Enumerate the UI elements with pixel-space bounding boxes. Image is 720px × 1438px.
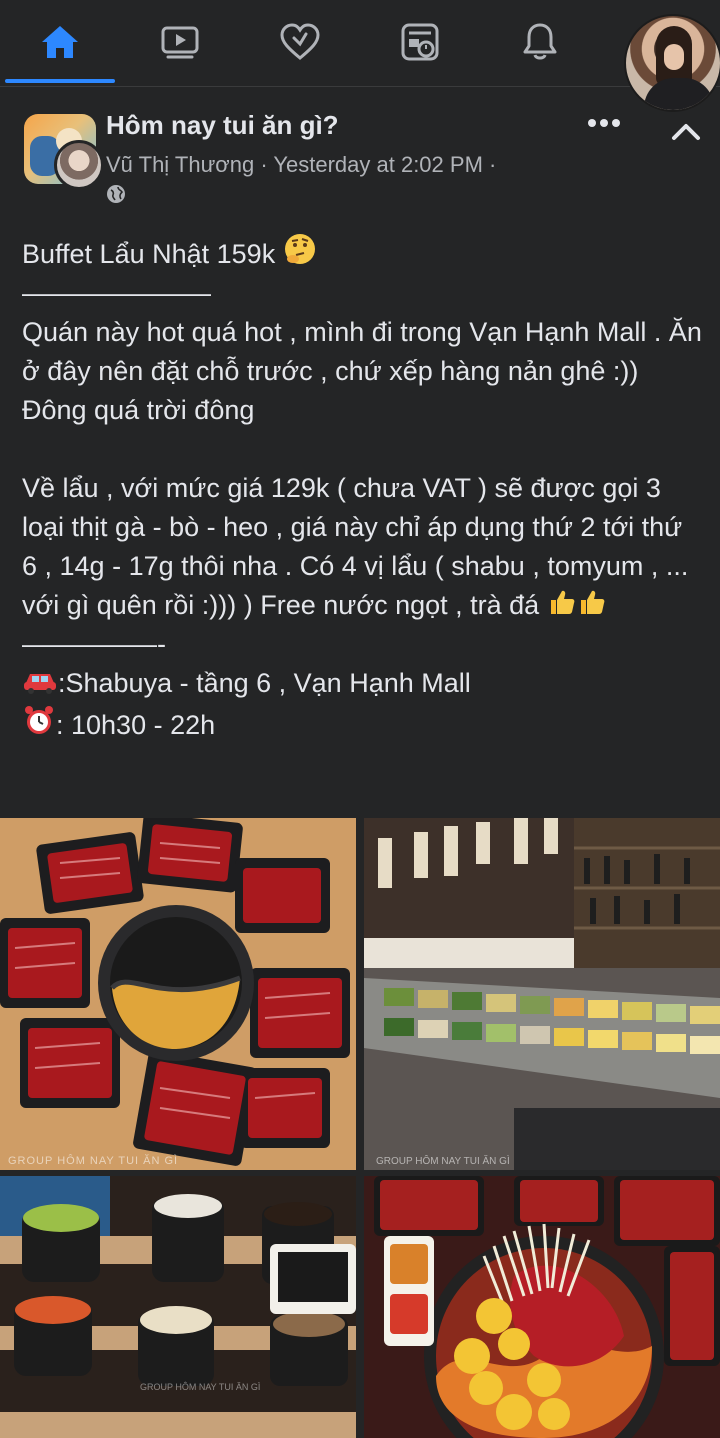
- hours-line: : 10h30 - 22h: [22, 703, 702, 745]
- group-name-link[interactable]: Hôm nay tui ăn gì?: [106, 110, 339, 141]
- chevron-up-icon[interactable]: [670, 120, 702, 144]
- video-icon: [161, 26, 199, 59]
- globe-icon: [107, 185, 125, 203]
- nav-home-tab[interactable]: [5, 0, 115, 84]
- separator-line-2: —————-: [22, 629, 166, 659]
- heart-icon: [280, 23, 320, 60]
- photo-watermark: GROUP HÔM NAY TUI ĂN GÌ: [8, 1154, 178, 1167]
- top-nav-bar: [0, 0, 720, 87]
- post-meta: Vũ Thị Thương · Yesterday at 2:02 PM ·: [106, 152, 496, 178]
- photo-buffet-counter[interactable]: GROUP HÔM NAY TUI ĂN GÌ: [364, 818, 720, 1170]
- hotpot-meat-image: GROUP HÔM NAY TUI ĂN GÌ: [0, 818, 356, 1170]
- post-body: Buffet Lẩu Nhật 159k ——————— Quán này ho…: [22, 232, 702, 745]
- active-tab-indicator: [5, 79, 115, 83]
- buffet-counter-image: GROUP HÔM NAY TUI ĂN GÌ: [364, 818, 720, 1170]
- author-name-link[interactable]: Vũ Thị Thương: [106, 152, 254, 177]
- hours-text: : 10h30 - 22h: [56, 710, 216, 740]
- avatar-body: [644, 78, 714, 110]
- hotpot-corn-image: [364, 1176, 720, 1438]
- bell-icon: [523, 23, 557, 60]
- photo-hotpot-meat-trays[interactable]: GROUP HÔM NAY TUI ĂN GÌ: [0, 818, 356, 1170]
- paragraph-2: Về lẩu , với mức giá 129k ( chưa VAT ) s…: [22, 469, 702, 625]
- nav-news-tab[interactable]: [365, 0, 475, 84]
- nav-notifications-tab[interactable]: [485, 0, 595, 84]
- author-avatar[interactable]: [54, 140, 104, 190]
- home-icon: [42, 26, 78, 58]
- newsfeed-icon: [401, 23, 439, 61]
- address-text: :Shabuya - tầng 6 , Vạn Hạnh Mall: [58, 668, 471, 698]
- profile-avatar[interactable]: [624, 14, 720, 112]
- car-icon: [24, 674, 56, 694]
- thumbs-up-icon: [580, 590, 605, 614]
- post-title: Buffet Lẩu Nhật 159k: [22, 239, 276, 269]
- thinking-face-icon: [284, 234, 315, 264]
- post-options-button[interactable]: [584, 110, 624, 136]
- address-line: :Shabuya - tầng 6 , Vạn Hạnh Mall: [22, 664, 702, 703]
- photo-watermark: GROUP HÔM NAY TUI ĂN GÌ: [140, 1382, 260, 1392]
- paragraph-1: Quán này hot quá hot , mình đi trong Vạn…: [22, 317, 702, 425]
- thumbs-up-icon: [550, 590, 575, 614]
- avatar-face: [664, 44, 684, 70]
- post-title-line: Buffet Lẩu Nhật 159k: [22, 232, 702, 274]
- photo-watermark: GROUP HÔM NAY TUI ĂN GÌ: [376, 1154, 510, 1167]
- nav-dating-tab[interactable]: [245, 0, 355, 84]
- sauce-pots-image: GROUP HÔM NAY TUI ĂN GÌ: [0, 1176, 356, 1438]
- nav-watch-tab[interactable]: [125, 0, 235, 84]
- photo-sauce-pots[interactable]: GROUP HÔM NAY TUI ĂN GÌ: [0, 1176, 356, 1438]
- more-dots-icon: [588, 119, 620, 127]
- alarm-clock-icon: [25, 706, 53, 734]
- separator-line: ———————: [22, 278, 211, 308]
- photo-hotpot-mushrooms-corn[interactable]: [364, 1176, 720, 1438]
- post-timestamp[interactable]: · Yesterday at 2:02 PM ·: [254, 152, 496, 177]
